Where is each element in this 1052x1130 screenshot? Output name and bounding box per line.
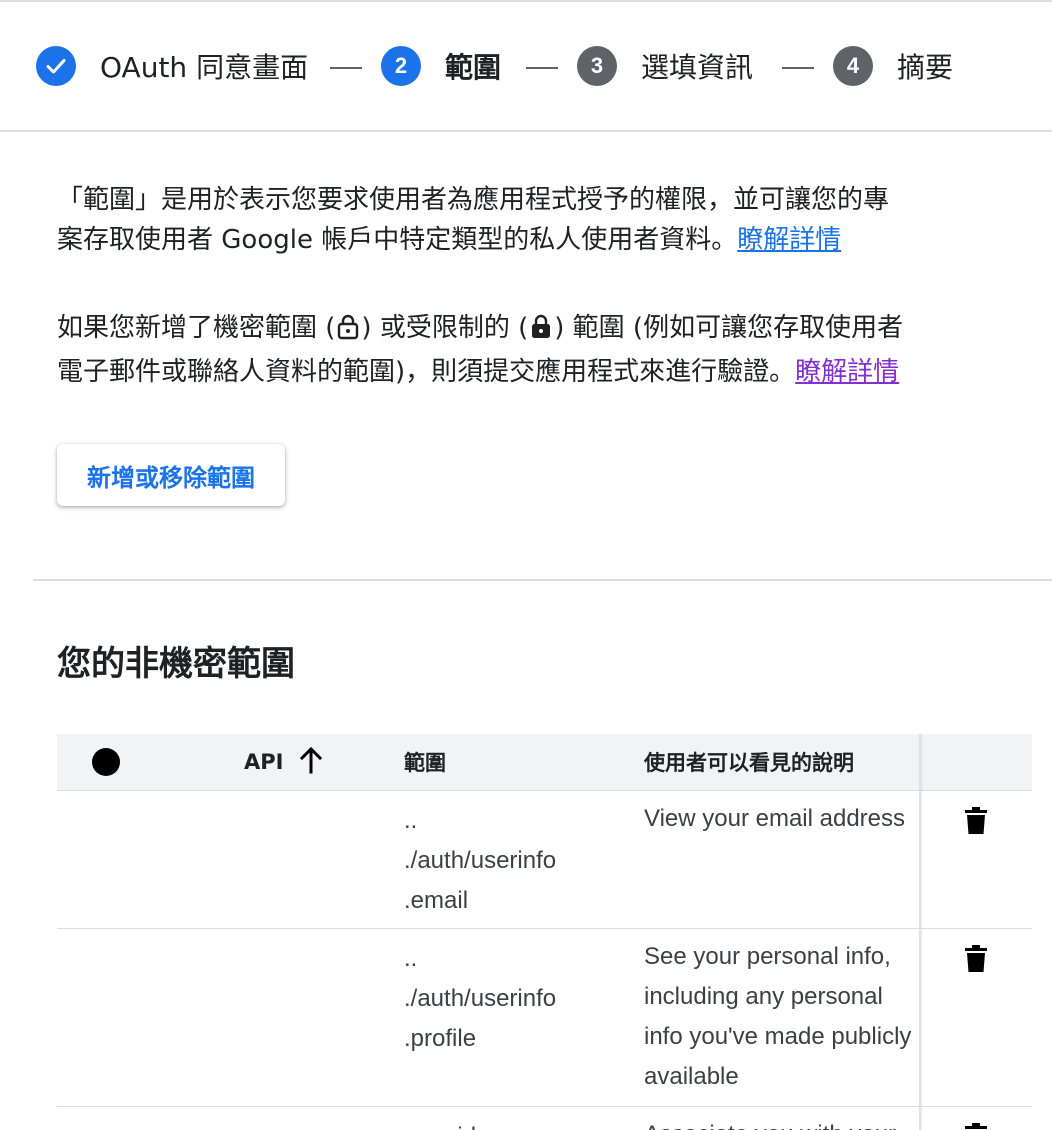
stepper: OAuth 同意畫面 2 範圍 3 選填資訊 4 摘要 [0,2,1052,132]
scope-line: openid [404,1117,604,1130]
scope-line: .email [404,887,469,914]
scope-line: .profile [404,1025,477,1052]
step-connector [782,67,814,69]
table-row: .. ./auth/userinfo .profile See your per… [57,929,1032,1107]
intro-line-2-text: 案存取使用者 Google 帳戶中特定類型的私人使用者資料。 [57,225,738,255]
trash-icon[interactable] [964,1123,988,1130]
sensitive-line-1: 如果您新增了機密範圍 ( ) 或受限制的 ( ) 範圍 (例如可讓您存取使用者 [57,308,1032,352]
scope-line: .. [404,807,418,834]
scope-cell: openid [404,1117,604,1130]
step-number: 2 [381,46,421,86]
description-line: info you've made publicly [644,1023,912,1050]
add-remove-scopes-button[interactable]: 新增或移除範圍 [57,444,285,506]
table-row: .. ./auth/userinfo .email View your emai… [57,791,1032,929]
description-line: available [644,1063,739,1090]
step-label: 摘要 [897,51,954,84]
description-cell: View your email address [644,799,919,839]
select-all-checkbox[interactable] [92,748,120,776]
oauth-scopes-page: OAuth 同意畫面 2 範圍 3 選填資訊 4 摘要 「範圍」是用於表示您要求… [0,0,1052,1130]
step-label: 範圍 [445,51,502,84]
step-number: 3 [577,46,617,86]
description-line: Associate you with your [644,1115,919,1130]
column-header-scope[interactable]: 範圍 [404,734,446,790]
learn-more-link[interactable]: 瞭解詳情 [737,225,841,255]
description-line: View your email address [644,805,906,832]
intro-line-1: 「範圍」是用於表示您要求使用者為應用程式授予的權限，並可讓您的專 [57,185,890,215]
step-optional-info[interactable]: 3 選填資訊 [577,2,753,130]
column-header-api-label: API [244,750,284,774]
table-row: openid Associate you with your [57,1107,1032,1130]
step-oauth-consent[interactable]: OAuth 同意畫面 [36,2,308,130]
description-line: including any personal [644,983,883,1010]
sensitive-text-c: ) 範圍 (例如可讓您存取使用者 [554,313,904,343]
sensitive-line-2: 電子郵件或聯絡人資料的範圍)，則須提交應用程式來進行驗證。瞭解詳情 [57,352,1032,392]
intro-line-2: 案存取使用者 Google 帳戶中特定類型的私人使用者資料。瞭解詳情 [57,220,1032,260]
section-title: 您的非機密範圍 [57,644,295,684]
table-header: API 範圍 使用者可以看見的說明 [57,734,1032,791]
scope-line: ./auth/userinfo [404,847,557,874]
step-label: 選填資訊 [641,51,754,84]
arrow-up-icon[interactable] [299,746,323,779]
column-header-description[interactable]: 使用者可以看見的說明 [644,734,854,790]
description-line: See your personal info, [644,943,891,970]
scopes-table: API 範圍 使用者可以看見的說明 .. ./auth/userinfo .em… [57,734,1032,1130]
description-cell: See your personal info, including any pe… [644,937,919,1097]
step-summary[interactable]: 4 摘要 [833,2,953,130]
lock-icon [530,312,552,352]
learn-more-link[interactable]: 瞭解詳情 [795,357,899,387]
sensitive-text-a: 如果您新增了機密範圍 ( [57,313,336,343]
trash-icon[interactable] [964,807,988,835]
scope-line: .. [404,945,418,972]
sticky-column-divider [919,734,921,1130]
trash-icon[interactable] [964,945,988,973]
section-divider [33,579,1052,581]
description-cell: Associate you with your [644,1115,919,1130]
scopes-intro: 「範圍」是用於表示您要求使用者為應用程式授予的權限，並可讓您的專 案存取使用者 … [57,180,1032,260]
scope-cell: .. ./auth/userinfo .profile [404,939,604,1059]
step-number: 4 [833,46,873,86]
column-header-api[interactable]: API [244,734,323,790]
step-scopes[interactable]: 2 範圍 [381,2,501,130]
step-connector [330,67,362,69]
sensitive-line-2-text: 電子郵件或聯絡人資料的範圍)，則須提交應用程式來進行驗證。 [57,357,796,387]
step-connector [526,67,558,69]
sensitive-text-b: ) 或受限制的 ( [361,313,529,343]
step-label: OAuth 同意畫面 [100,51,309,84]
check-icon [36,46,76,86]
scope-cell: .. ./auth/userinfo .email [404,801,604,921]
sensitive-scopes-note: 如果您新增了機密範圍 ( ) 或受限制的 ( ) 範圍 (例如可讓您存取使用者 電子… [57,308,1032,392]
lock-open-icon [337,312,359,352]
scope-line: ./auth/userinfo [404,985,557,1012]
